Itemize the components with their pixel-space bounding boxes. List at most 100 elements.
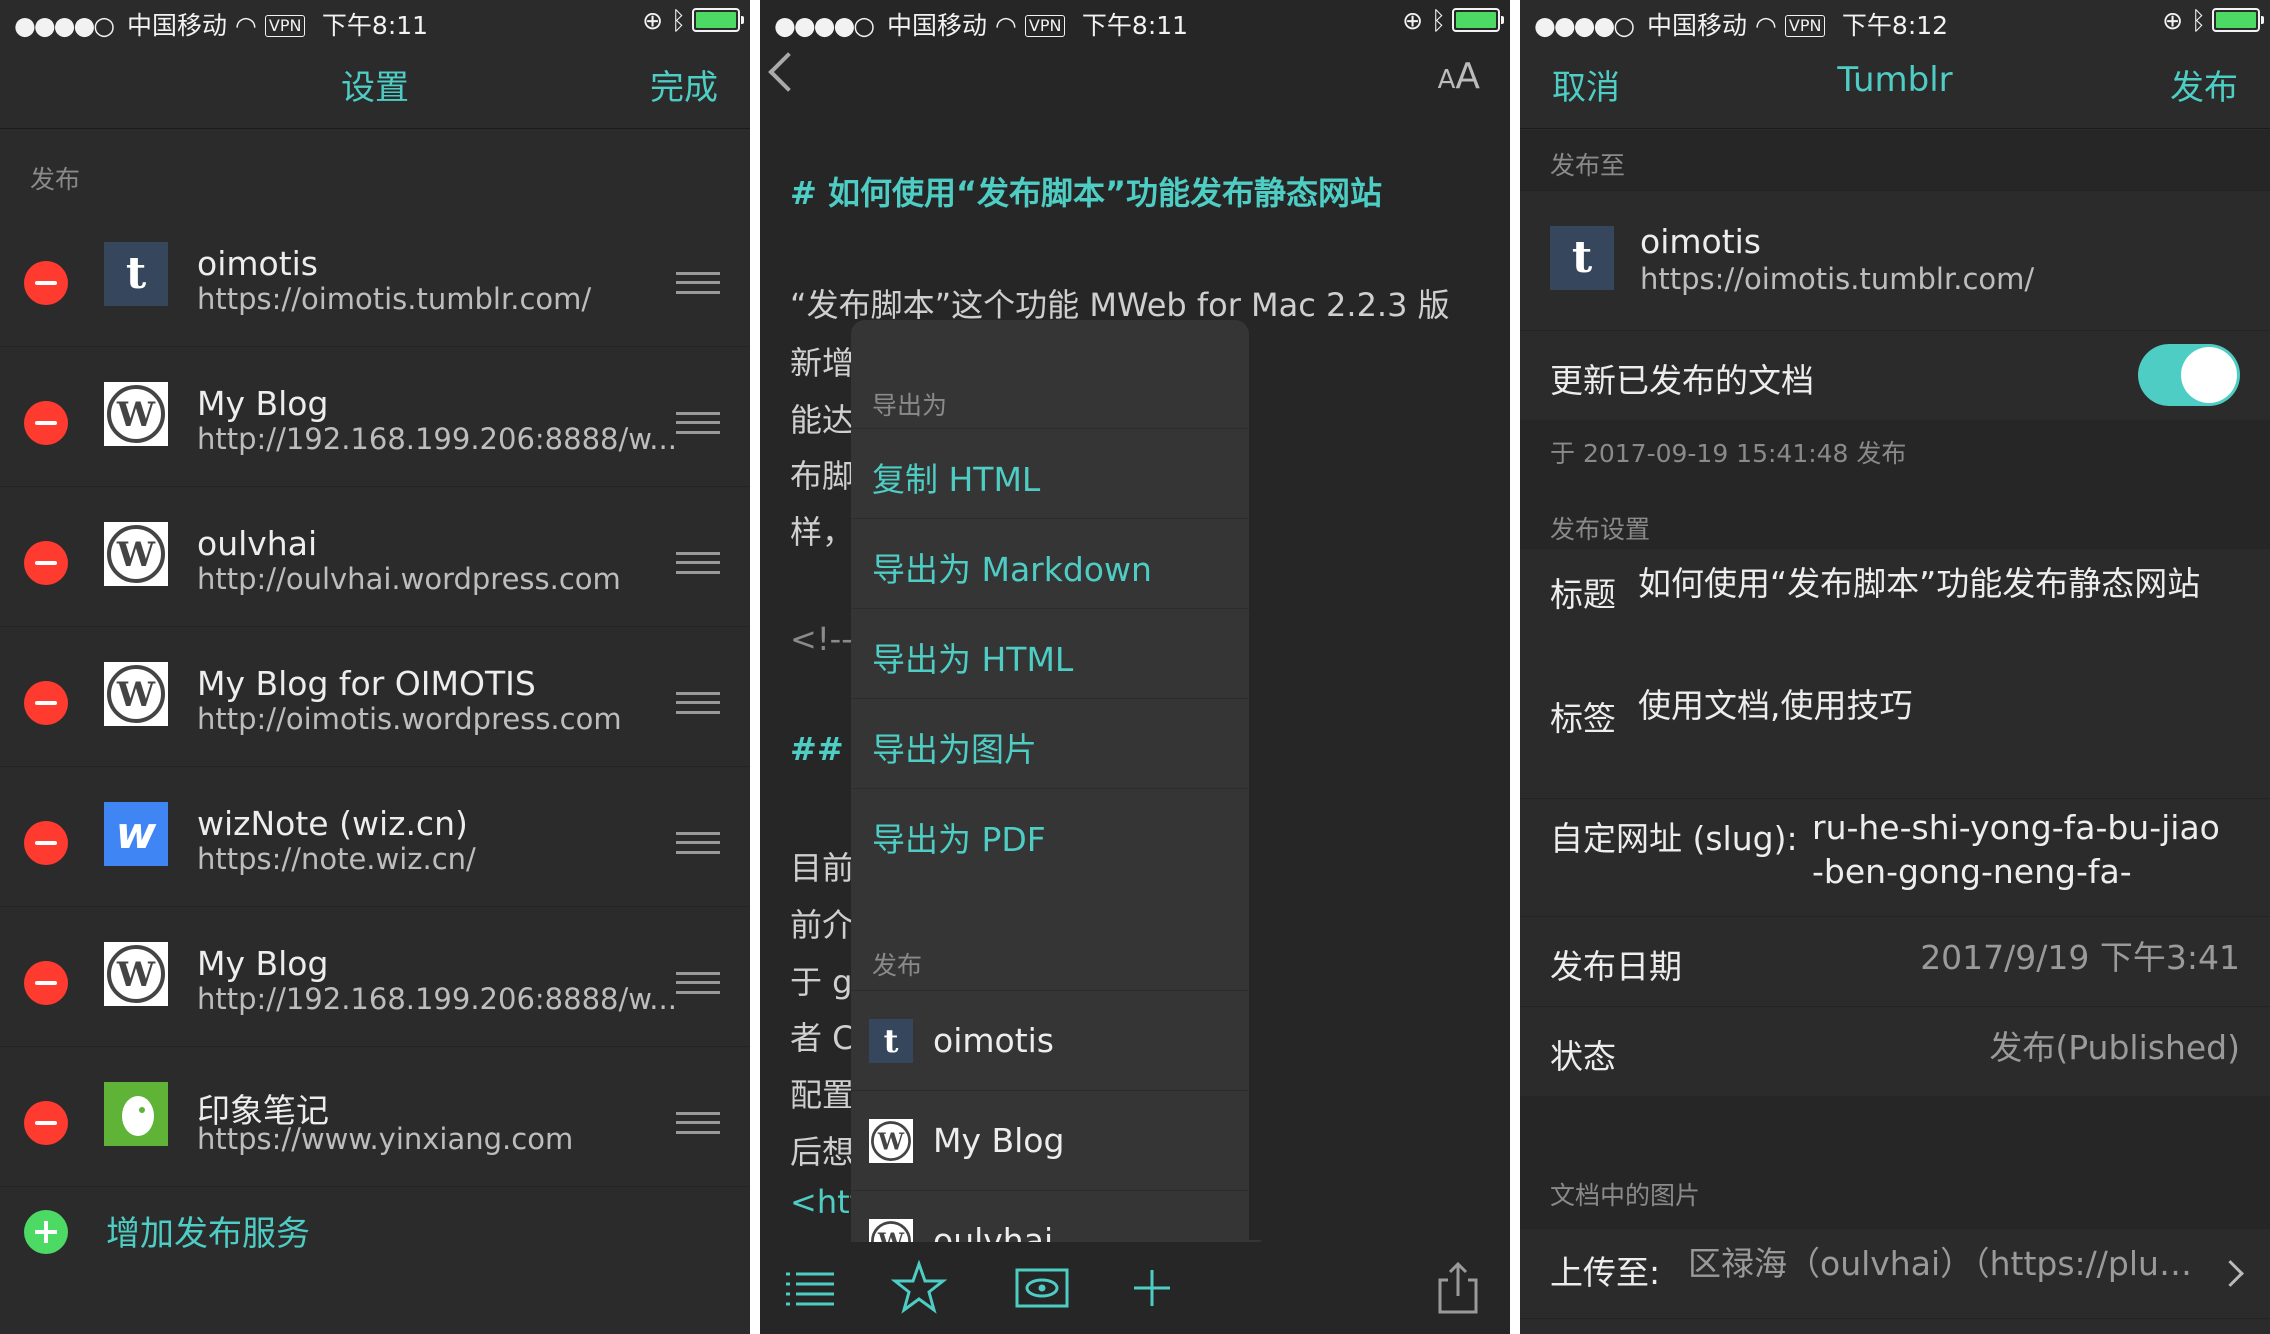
menu-service-name: My Blog — [933, 1121, 1065, 1160]
title-value[interactable]: 如何使用“发布脚本”功能发布静态网站 — [1638, 562, 2218, 606]
menu-item-export[interactable]: 导出为 HTML — [851, 608, 1249, 697]
done-button[interactable]: 完成 — [650, 60, 718, 109]
section-header-publish-to: 发布至 — [1520, 130, 2270, 191]
back-chevron-icon[interactable] — [768, 52, 808, 92]
share-icon[interactable] — [1430, 1260, 1486, 1316]
delete-icon[interactable] — [24, 541, 68, 585]
bluetooth-icon: ᛒ — [1430, 6, 1446, 35]
upload-value[interactable]: 区禄海（oulvhai）（https://plus.... — [1688, 1242, 2208, 1286]
section-header-settings: 发布设置 — [1520, 480, 2270, 549]
menu-item-label: 导出为图片 — [872, 730, 1037, 769]
service-row[interactable]: W My Blog http://192.168.199.206:8888/w... — [0, 346, 750, 487]
preview-eye-icon[interactable] — [1014, 1260, 1070, 1316]
editor-line[interactable]: 后想 — [790, 1127, 854, 1173]
menu-item-export[interactable]: 导出为图片 — [851, 698, 1249, 787]
service-row[interactable]: w wizNote (wiz.cn) https://note.wiz.cn/ — [0, 766, 750, 907]
reorder-handle-icon[interactable] — [676, 692, 720, 714]
slug-value[interactable]: ru-he-shi-yong-fa-bu-jiao-ben-gong-neng-… — [1812, 806, 2222, 894]
publish-to-label: 发布至 — [1550, 151, 1626, 180]
delete-icon[interactable] — [24, 821, 68, 865]
menu-item-label: 导出为 PDF — [872, 820, 1046, 859]
service-row[interactable]: t oimotis https://oimotis.tumblr.com/ — [0, 206, 750, 347]
menu-item-publish[interactable]: t oimotis — [851, 990, 1249, 1091]
service-row[interactable]: 印象笔记 https://www.yinxiang.com — [0, 1046, 750, 1187]
publish-screen: ●●●●○ 中国移动 ◠ VPN 下午8:12 ⊕ ᛒ 取消 Tumblr 发布 发… — [1520, 0, 2270, 1334]
delete-icon[interactable] — [24, 681, 68, 725]
orientation-lock-icon: ⊕ — [642, 6, 664, 35]
title-row[interactable]: 标题 如何使用“发布脚本”功能发布静态网站 — [1520, 548, 2270, 668]
editor-line[interactable]: 者 C — [790, 1013, 855, 1059]
tags-row[interactable]: 标签 使用文档,使用技巧 — [1520, 668, 2270, 799]
editor-line[interactable]: 布脚 — [790, 451, 854, 497]
title-key: 标题 — [1550, 575, 1616, 614]
svg-text:W: W — [877, 1127, 905, 1155]
clock: 下午8:11 — [321, 11, 429, 40]
service-row[interactable]: W My Blog for OIMOTIS http://oimotis.wordp… — [0, 626, 750, 767]
service-url: https://note.wiz.cn/ — [197, 842, 476, 876]
settings-screen: ●●●●○ 中国移动 ◠ VPN 下午8:11 ⊕ ᛒ 设置 完成 发布 t oimo… — [0, 0, 750, 1334]
service-name: wizNote (wiz.cn) — [197, 804, 468, 843]
editor-line[interactable]: 目前 — [790, 843, 854, 889]
delete-icon[interactable] — [24, 1101, 68, 1145]
update-label: 更新已发布的文档 — [1550, 361, 1814, 400]
account-row[interactable]: t oimotis https://oimotis.tumblr.com/ — [1520, 190, 2270, 331]
reorder-handle-icon[interactable] — [676, 552, 720, 574]
delete-icon[interactable] — [24, 961, 68, 1005]
delete-icon[interactable] — [24, 261, 68, 305]
add-service-label[interactable]: 增加发布服务 — [106, 1206, 310, 1255]
markdown-heading[interactable]: # 如何使用“发布脚本”功能发布静态网站 — [790, 168, 1382, 214]
update-toggle[interactable] — [2138, 344, 2240, 406]
upload-row[interactable]: 上传至: 区禄海（oulvhai）（https://plus.... — [1520, 1228, 2270, 1319]
reorder-handle-icon[interactable] — [676, 832, 720, 854]
published-note: 于 2017-09-19 15:41:48 发布 — [1550, 439, 1907, 468]
menu-service-name: oimotis — [933, 1021, 1054, 1060]
editor-line[interactable]: 能达 — [790, 395, 854, 441]
editor-line[interactable]: <!-- — [790, 620, 853, 658]
service-url: http://oimotis.wordpress.com — [197, 702, 622, 736]
date-row[interactable]: 发布日期 2017/9/19 下午3:41 — [1520, 916, 2270, 1007]
slug-row[interactable]: 自定网址 (slug): ru-he-shi-yong-fa-bu-jiao-b… — [1520, 798, 2270, 917]
reorder-handle-icon[interactable] — [676, 412, 720, 434]
editor-nav-bar: AA — [760, 40, 1510, 128]
images-label: 文档中的图片 — [1550, 1181, 1701, 1210]
state-row[interactable]: 状态 发布(Published) — [1520, 1006, 2270, 1097]
editor-line[interactable]: 前介 — [790, 900, 854, 946]
service-row[interactable]: Woulvhai http://oulvhai.wordpress.com — [0, 486, 750, 627]
reorder-handle-icon[interactable] — [676, 1112, 720, 1134]
reorder-handle-icon[interactable] — [676, 972, 720, 994]
publish-button[interactable]: 发布 — [2170, 60, 2238, 109]
wordpress-icon: W — [869, 1119, 913, 1163]
menu-item-export[interactable]: 导出为 Markdown — [851, 518, 1249, 607]
menu-item-publish[interactable]: Woulvhai — [851, 1190, 1249, 1242]
service-name: My Blog — [197, 944, 329, 983]
menu-item-label: 导出为 Markdown — [872, 550, 1152, 589]
tags-value[interactable]: 使用文档,使用技巧 — [1638, 684, 1913, 728]
chevron-right-icon[interactable] — [2217, 1260, 2244, 1287]
wiz-icon: w — [104, 802, 168, 866]
list-icon[interactable] — [782, 1260, 838, 1316]
delete-icon[interactable] — [24, 401, 68, 445]
menu-item-export[interactable]: 复制 HTML — [851, 428, 1249, 517]
star-icon[interactable] — [891, 1260, 947, 1316]
menu-section-export: 导出为 — [872, 391, 948, 420]
editor-line[interactable]: 新增 — [790, 338, 854, 384]
service-url: https://www.yinxiang.com — [197, 1122, 574, 1156]
status-bar: ●●●●○ 中国移动 ◠ VPN 下午8:11 ⊕ ᛒ — [0, 0, 750, 40]
menu-item-export[interactable]: 导出为 PDF — [851, 788, 1249, 877]
font-size-button[interactable]: AA — [1438, 56, 1480, 97]
service-name: oimotis — [197, 244, 318, 283]
add-service-row[interactable]: 增加发布服务 — [0, 1178, 750, 1278]
state-value[interactable]: 发布(Published) — [1989, 1026, 2240, 1070]
date-value[interactable]: 2017/9/19 下午3:41 — [1920, 936, 2240, 980]
service-url: http://192.168.199.206:8888/w... — [197, 422, 677, 456]
add-icon[interactable] — [24, 1210, 68, 1254]
menu-item-publish[interactable]: W My Blog — [851, 1090, 1249, 1191]
plus-icon[interactable] — [1124, 1260, 1180, 1316]
service-row[interactable]: W My Blog http://192.168.199.206:8888/w... — [0, 906, 750, 1047]
settings-label: 发布设置 — [1550, 515, 1651, 544]
editor-line[interactable]: 样， — [790, 507, 854, 553]
wordpress-icon: W — [104, 522, 168, 586]
editor-line[interactable]: 配置 — [790, 1070, 854, 1116]
reorder-handle-icon[interactable] — [676, 272, 720, 294]
editor-line[interactable]: 于 g — [790, 957, 853, 1003]
